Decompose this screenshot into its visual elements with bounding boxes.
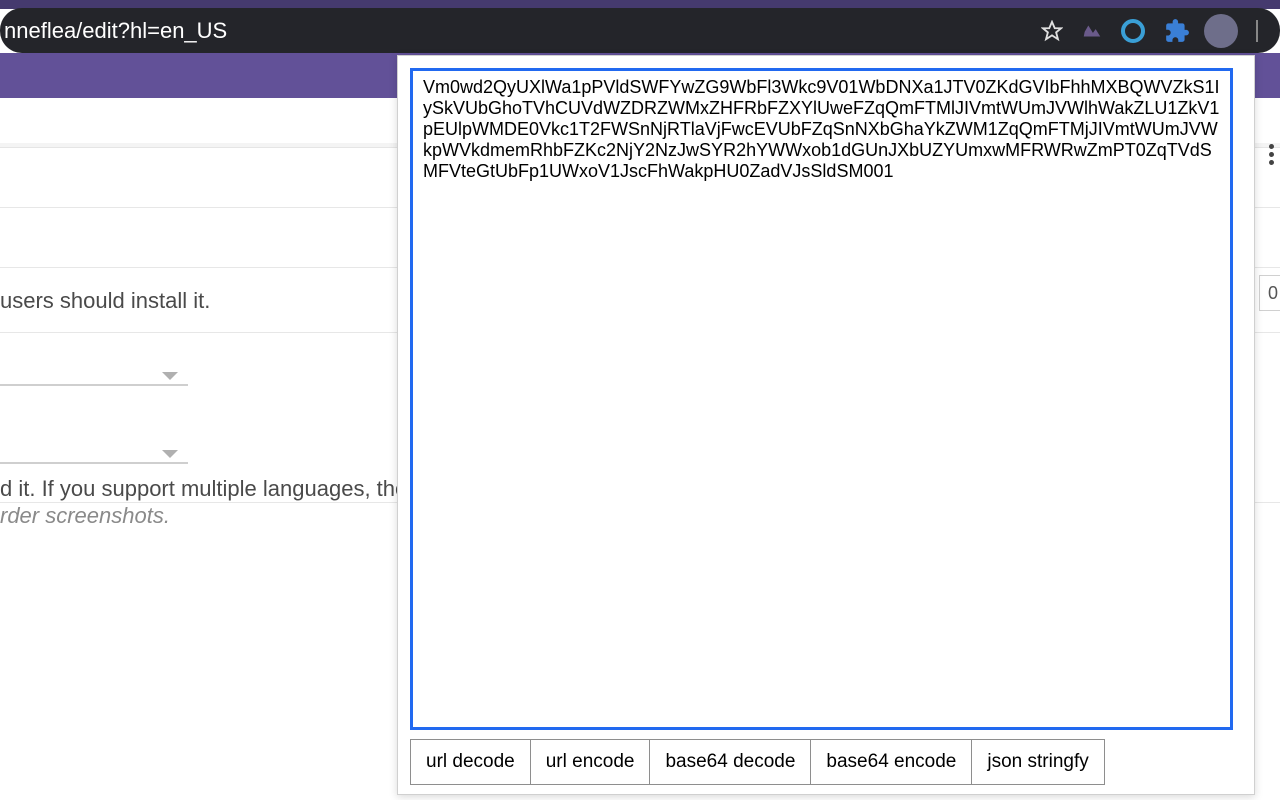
url-decode-button[interactable]: url decode	[410, 739, 531, 785]
kebab-menu-icon[interactable]	[1269, 141, 1274, 168]
json-stringify-button[interactable]: json stringfy	[971, 739, 1104, 785]
extension-circle-icon[interactable]	[1121, 19, 1145, 43]
category-dropdown[interactable]	[0, 372, 188, 386]
url-text: nneflea/edit?hl=en_US	[0, 18, 227, 44]
base64-decode-button[interactable]: base64 decode	[649, 739, 811, 785]
address-bar: nneflea/edit?hl=en_US	[0, 8, 1280, 53]
bookmark-star-icon[interactable]	[1041, 20, 1063, 42]
char-count-badge: 0	[1259, 275, 1280, 311]
screenshot-hint-text: rder screenshots.	[0, 403, 170, 528]
encoder-textarea[interactable]: Vm0wd2QyUXlWa1pPVldSWFYwZG9WbFl3Wkc9V01W…	[410, 68, 1233, 730]
base64-encode-button[interactable]: base64 encode	[810, 739, 972, 785]
profile-avatar[interactable]	[1204, 14, 1238, 48]
chevron-down-icon	[162, 372, 178, 380]
extension-icon[interactable]	[1081, 20, 1103, 42]
encoder-button-row: url decode url encode base64 decode base…	[410, 739, 1242, 785]
url-encode-button[interactable]: url encode	[530, 739, 651, 785]
extensions-puzzle-icon[interactable]	[1163, 17, 1191, 45]
separator	[1256, 20, 1258, 42]
address-bar-actions	[1041, 14, 1280, 48]
encoder-popup: Vm0wd2QyUXlWa1pPVldSWFYwZG9WbFl3Wkc9V01W…	[397, 55, 1255, 795]
